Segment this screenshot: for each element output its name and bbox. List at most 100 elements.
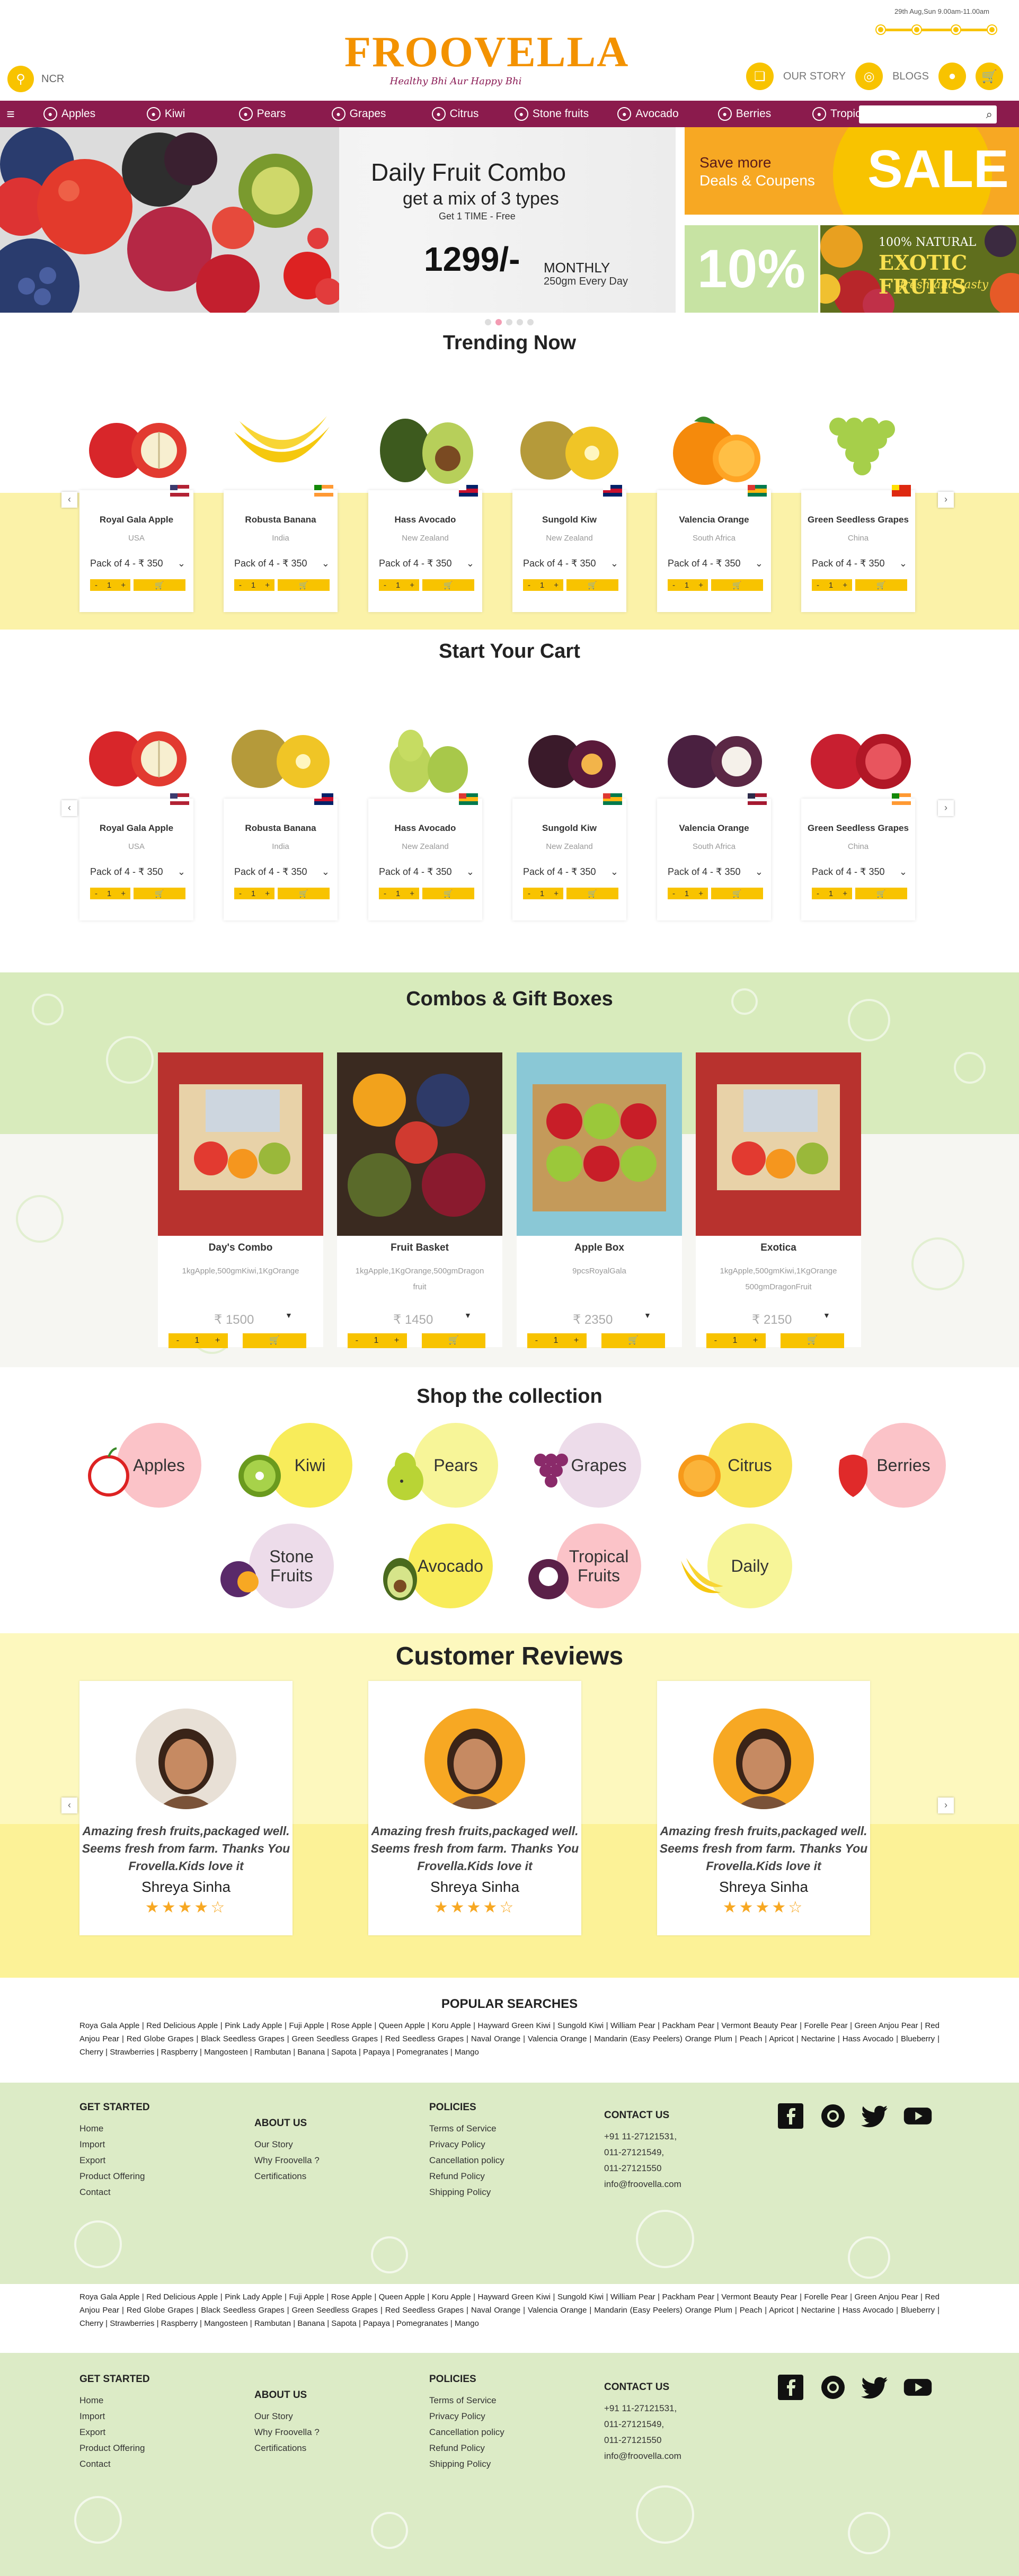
decrement-button[interactable]: - bbox=[817, 889, 819, 898]
combo-card[interactable]: Day's Combo 1kgApple,500gmKiwi,1KgOrange ₹… bbox=[158, 1052, 323, 1349]
twitter-icon[interactable] bbox=[861, 2102, 890, 2130]
increment-button[interactable]: + bbox=[698, 889, 703, 898]
increment-button[interactable]: + bbox=[215, 1336, 220, 1345]
add-to-cart-button[interactable]: 🛒 bbox=[422, 888, 474, 899]
add-to-cart-button[interactable]: 🛒 bbox=[566, 888, 618, 899]
pack-size-select[interactable]: Pack of 4 - ₹ 350 ⌄ bbox=[523, 866, 618, 878]
footer-link-product-offering[interactable]: Product Offering bbox=[79, 2168, 150, 2184]
footer-link-refund[interactable]: Refund Policy bbox=[429, 2440, 504, 2456]
footer-link-contact[interactable]: Contact bbox=[79, 2184, 150, 2200]
pack-size-select[interactable]: Pack of 4 - ₹ 350 ⌄ bbox=[523, 558, 618, 569]
quantity-stepper[interactable]: -1 + bbox=[523, 888, 563, 899]
footer-link-contact[interactable]: Contact bbox=[79, 2456, 150, 2472]
combo-card[interactable]: Apple Box 9pcsRoyalGala ₹ 2350 ▼ - 1 + 🛒 bbox=[517, 1052, 682, 1349]
increment-button[interactable]: + bbox=[121, 889, 126, 898]
decrement-button[interactable]: - bbox=[239, 889, 242, 898]
decrement-button[interactable]: - bbox=[384, 581, 386, 590]
increment-button[interactable]: + bbox=[265, 889, 270, 898]
pack-size-select[interactable]: Pack of 4 - ₹ 350 ⌄ bbox=[668, 866, 763, 878]
blogs-link[interactable]: BLOGS bbox=[892, 70, 929, 83]
location-selector[interactable]: ⚲ NCR bbox=[7, 66, 64, 92]
decrement-button[interactable]: - bbox=[95, 581, 98, 590]
decrement-button[interactable]: - bbox=[535, 1336, 538, 1345]
nav-item-stone-fruits[interactable]: ● Stone fruits bbox=[503, 107, 600, 121]
carousel-dot[interactable] bbox=[527, 319, 534, 325]
footer-link-our-story[interactable]: Our Story bbox=[254, 2409, 320, 2424]
product-card[interactable]: Robusta Banana India Pack of 4 - ₹ 350 ⌄ -1 +… bbox=[224, 400, 338, 623]
combo-image[interactable] bbox=[337, 1052, 502, 1236]
footer-link-terms[interactable]: Terms of Service bbox=[429, 2121, 504, 2137]
footer-link-certifications[interactable]: Certifications bbox=[254, 2440, 320, 2456]
decrement-button[interactable]: - bbox=[528, 889, 530, 898]
decrement-button[interactable]: - bbox=[672, 581, 675, 590]
add-to-cart-button[interactable]: 🛒 bbox=[855, 579, 907, 591]
decrement-button[interactable]: - bbox=[176, 1336, 179, 1345]
product-image[interactable] bbox=[657, 400, 771, 488]
combo-name[interactable]: Day's Combo bbox=[158, 1242, 323, 1254]
quantity-stepper[interactable]: -1 + bbox=[348, 1333, 407, 1348]
product-card[interactable]: Sungold Kiw New Zealand Pack of 4 - ₹ 350 ⌄… bbox=[512, 709, 626, 931]
product-name[interactable]: Green Seedless Grapes bbox=[801, 823, 915, 834]
add-to-cart-button[interactable]: 🛒 bbox=[781, 1333, 844, 1348]
nav-item-pears[interactable]: ● Pears bbox=[214, 107, 311, 121]
collection-item[interactable]: Avocado bbox=[371, 1524, 509, 1608]
footer-email[interactable]: info@froovella.com bbox=[604, 2448, 681, 2464]
product-image[interactable] bbox=[512, 400, 626, 488]
add-to-cart-button[interactable]: 🛒 bbox=[855, 888, 907, 899]
combo-card[interactable]: Fruit Basket 1kgApple,1KgOrange,500gmDrag… bbox=[337, 1052, 502, 1349]
quantity-stepper[interactable]: -1 + bbox=[812, 579, 852, 591]
footer-link-product-offering[interactable]: Product Offering bbox=[79, 2440, 150, 2456]
pack-size-select[interactable]: Pack of 4 - ₹ 350 ⌄ bbox=[379, 558, 474, 569]
blog-rss-icon[interactable]: ◎ bbox=[855, 63, 883, 90]
footer-email[interactable]: info@froovella.com bbox=[604, 2176, 681, 2192]
footer-link-export[interactable]: Export bbox=[79, 2153, 150, 2168]
product-image[interactable] bbox=[368, 709, 482, 796]
product-image[interactable] bbox=[801, 400, 915, 488]
product-card[interactable]: Sungold Kiw New Zealand Pack of 4 - ₹ 350 ⌄… bbox=[512, 400, 626, 623]
add-to-cart-button[interactable]: 🛒 bbox=[601, 1333, 665, 1348]
search-icon[interactable]: ⌕ bbox=[986, 108, 993, 121]
twitter-icon[interactable] bbox=[861, 2373, 890, 2402]
quantity-stepper[interactable]: -1 + bbox=[379, 888, 419, 899]
quantity-stepper[interactable]: -1 + bbox=[169, 1333, 228, 1348]
nav-item-kiwi[interactable]: ● Kiwi bbox=[118, 107, 214, 121]
delivery-slot-dot[interactable] bbox=[912, 25, 921, 34]
price-dropdown-icon[interactable]: ▼ bbox=[285, 1311, 293, 1320]
quantity-stepper[interactable]: -1 + bbox=[668, 888, 708, 899]
hero-banner[interactable]: Daily Fruit Combo get a mix of 3 types G… bbox=[0, 127, 676, 313]
footer-link-import[interactable]: Import bbox=[79, 2137, 150, 2153]
quantity-stepper[interactable]: -1 + bbox=[234, 888, 274, 899]
instagram-icon[interactable] bbox=[819, 2373, 847, 2402]
product-name[interactable]: Royal Gala Apple bbox=[79, 823, 193, 834]
add-to-cart-button[interactable]: 🛒 bbox=[711, 888, 763, 899]
footer-link-terms[interactable]: Terms of Service bbox=[429, 2393, 504, 2409]
decrement-button[interactable]: - bbox=[384, 889, 386, 898]
reviews-prev-arrow[interactable]: ‹ bbox=[61, 1798, 77, 1813]
collection-item[interactable]: Kiwi bbox=[231, 1423, 368, 1508]
footer-link-shipping[interactable]: Shipping Policy bbox=[429, 2184, 504, 2200]
combo-name[interactable]: Apple Box bbox=[517, 1242, 682, 1254]
exotic-banner[interactable]: 10% 100% NATURAL EXOTIC FRUITS fresh and… bbox=[685, 225, 1019, 313]
product-image[interactable] bbox=[224, 400, 338, 488]
collection-item[interactable]: Pears bbox=[376, 1423, 514, 1508]
youtube-icon[interactable] bbox=[903, 2102, 932, 2130]
product-card[interactable]: Robusta Banana India Pack of 4 - ₹ 350 ⌄ -1 +… bbox=[224, 709, 338, 931]
pack-size-select[interactable]: Pack of 4 - ₹ 350 ⌄ bbox=[234, 866, 330, 878]
increment-button[interactable]: + bbox=[410, 581, 414, 590]
quantity-stepper[interactable]: -1 + bbox=[90, 579, 130, 591]
carousel-dot[interactable] bbox=[485, 319, 491, 325]
product-image[interactable] bbox=[801, 709, 915, 796]
pack-size-select[interactable]: Pack of 4 - ₹ 350 ⌄ bbox=[379, 866, 474, 878]
increment-button[interactable]: + bbox=[843, 581, 847, 590]
add-to-cart-button[interactable]: 🛒 bbox=[134, 888, 185, 899]
combo-image[interactable] bbox=[158, 1052, 323, 1236]
pack-size-select[interactable]: Pack of 4 - ₹ 350 ⌄ bbox=[90, 558, 185, 569]
cart-prev-arrow[interactable]: ‹ bbox=[61, 800, 77, 816]
decrement-button[interactable]: - bbox=[528, 581, 530, 590]
increment-button[interactable]: + bbox=[574, 1336, 579, 1345]
footer-link-our-story[interactable]: Our Story bbox=[254, 2137, 320, 2153]
increment-button[interactable]: + bbox=[554, 581, 559, 590]
decrement-button[interactable]: - bbox=[356, 1336, 358, 1345]
our-story-link[interactable]: OUR STORY bbox=[783, 70, 846, 83]
quantity-stepper[interactable]: -1 + bbox=[234, 579, 274, 591]
